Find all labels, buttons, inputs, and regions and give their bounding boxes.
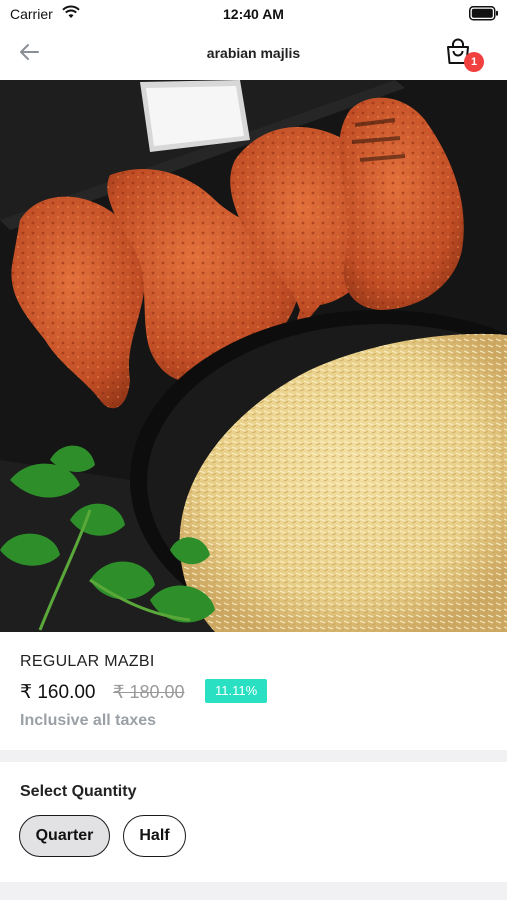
section-divider <box>0 882 507 900</box>
quantity-option-half[interactable]: Half <box>123 815 186 857</box>
product-image <box>0 80 507 632</box>
section-divider <box>0 750 507 762</box>
quantity-section: Select Quantity Quarter Half <box>0 762 507 882</box>
product-price: ₹ 160.00 <box>20 682 96 703</box>
product-info-section: REGULAR MAZBI ₹ 160.00 ₹ 180.00 11.11% I… <box>0 632 507 750</box>
original-price: ₹ 180.00 <box>113 682 185 702</box>
product-detail-screen: Carrier 12:40 AM arabian majlis 1 REGULA… <box>0 0 507 900</box>
quantity-title: Select Quantity <box>20 783 137 800</box>
quantity-option-label: Half <box>139 827 170 844</box>
navigation-bar: arabian majlis 1 <box>0 28 507 80</box>
product-name: REGULAR MAZBI <box>20 653 155 670</box>
cart-button[interactable]: 1 <box>445 38 484 72</box>
clock: 12:40 AM <box>223 6 284 22</box>
back-arrow-icon <box>18 43 40 66</box>
page-title: arabian majlis <box>206 45 301 61</box>
quantity-option-label: Quarter <box>35 827 94 844</box>
back-button[interactable] <box>14 40 44 68</box>
quantity-option-quarter[interactable]: Quarter <box>19 815 110 857</box>
discount-badge: 11.11% <box>205 679 268 703</box>
status-bar: Carrier 12:40 AM <box>0 0 507 28</box>
tax-note: Inclusive all taxes <box>20 712 157 729</box>
cart-count-badge: 1 <box>464 52 484 72</box>
battery-icon <box>469 6 499 26</box>
